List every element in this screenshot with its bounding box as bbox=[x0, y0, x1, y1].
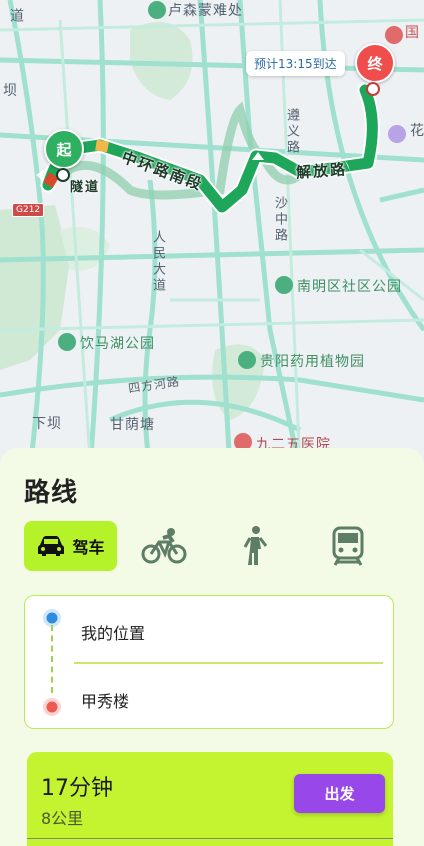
road-label-suidao: 隧道 bbox=[70, 180, 101, 195]
destination-pin-icon bbox=[43, 698, 61, 716]
tab-drive-label: 驾车 bbox=[72, 538, 105, 557]
map-label-hospital-right: 国 bbox=[405, 25, 420, 41]
hospital-poi-icon bbox=[385, 26, 403, 44]
map-label-renmin: 人民大道 bbox=[150, 230, 165, 294]
car-icon bbox=[38, 536, 65, 556]
park-poi-icon bbox=[238, 351, 256, 369]
go-button[interactable]: 出发 bbox=[294, 774, 385, 813]
park-poi-icon bbox=[275, 276, 293, 294]
route-connector bbox=[51, 625, 53, 693]
park-poi-icon bbox=[148, 1, 166, 19]
train-icon bbox=[332, 526, 364, 566]
map-label-xiaba: 下坝 bbox=[32, 416, 62, 432]
map-label-hua: 花 bbox=[410, 123, 424, 139]
highway-shield: G212 bbox=[12, 203, 45, 217]
map-label-yinmahu: 饮马湖公园 bbox=[80, 336, 155, 352]
road-label-jiefang: 解放路 bbox=[295, 160, 348, 182]
map-view[interactable]: 卢森蒙难处 坝 道 国 花 遵义路 沙中路 人民大道 南明区社区公园 饮马湖公园… bbox=[0, 0, 424, 470]
tab-bike[interactable] bbox=[136, 521, 192, 571]
destination-field[interactable]: 甲秀楼 bbox=[81, 688, 129, 712]
map-label-nanming: 南明区社区公园 bbox=[297, 279, 402, 295]
map-label-ganyintang: 甘荫塘 bbox=[110, 417, 155, 433]
tab-transit[interactable] bbox=[320, 521, 376, 571]
route-duration: 17分钟 bbox=[41, 776, 113, 801]
map-label-zunyi: 遵义路 bbox=[284, 108, 299, 156]
bicycle-icon bbox=[141, 528, 187, 564]
tab-drive[interactable]: 驾车 bbox=[24, 521, 117, 571]
map-label-dao: 道 bbox=[8, 8, 24, 25]
map-label-top-poi: 卢森蒙难处 bbox=[168, 3, 243, 19]
route-inputs: 我的位置 甲秀楼 bbox=[24, 595, 394, 729]
shopping-poi-icon bbox=[388, 125, 406, 143]
route-divider bbox=[74, 662, 383, 664]
result-divider bbox=[27, 838, 393, 839]
destination-dot-icon bbox=[366, 82, 380, 96]
origin-field[interactable]: 我的位置 bbox=[81, 620, 145, 644]
route-result-card[interactable]: 17分钟 8公里 出发 bbox=[27, 752, 393, 846]
eta-bubble: 预计13:15到达 bbox=[246, 51, 345, 76]
panel-title: 路线 bbox=[24, 478, 79, 508]
travel-mode-tabs: 驾车 bbox=[24, 521, 396, 571]
start-pin[interactable]: 起 bbox=[44, 129, 84, 169]
map-label-shazhong: 沙中路 bbox=[272, 196, 287, 244]
origin-dot-icon bbox=[56, 168, 70, 182]
route-distance: 8公里 bbox=[41, 809, 84, 828]
end-pin[interactable]: 终 bbox=[355, 43, 395, 83]
map-label-yaoyong: 贵阳药用植物园 bbox=[260, 354, 365, 370]
park-poi-icon bbox=[58, 333, 76, 351]
tab-walk[interactable] bbox=[228, 521, 284, 571]
map-label-ba: 坝 bbox=[3, 83, 18, 99]
walk-icon bbox=[243, 526, 268, 565]
